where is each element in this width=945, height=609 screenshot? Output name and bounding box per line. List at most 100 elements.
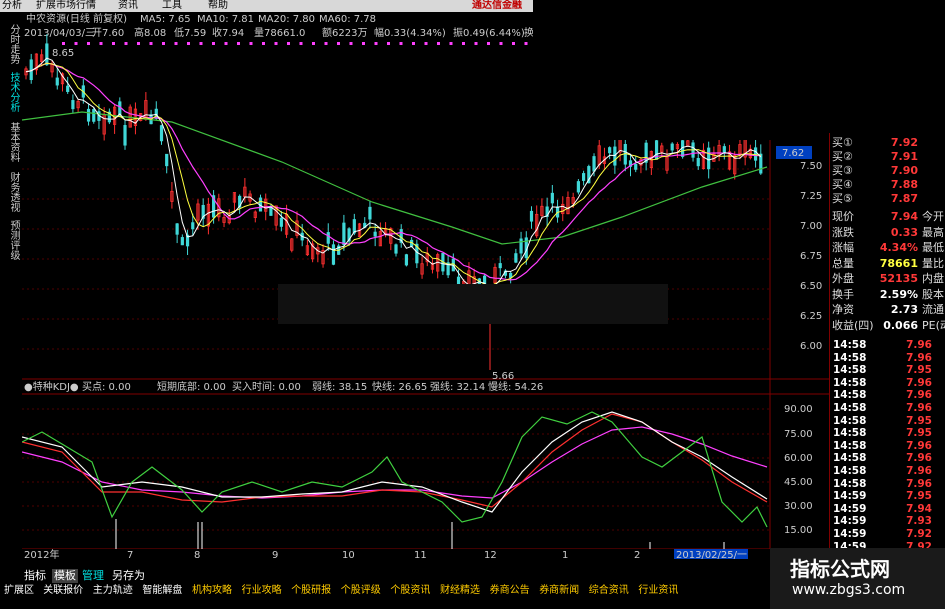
stat-row: 换手 2.59% 股本 — [832, 287, 944, 301]
ext-tab[interactable]: 行业资讯 — [636, 584, 680, 598]
menu-help[interactable]: 帮助 — [208, 0, 228, 12]
svg-text:7: 7 — [127, 550, 133, 559]
svg-text:2: 2 — [634, 550, 640, 559]
tab-technical[interactable]: 技术分析 — [3, 72, 19, 112]
ext-tab[interactable]: 机构攻略 — [190, 584, 234, 598]
signal-marker — [199, 42, 203, 45]
bid-level-5: 买⑤ 7.87 — [830, 191, 945, 206]
signal-marker — [124, 42, 128, 45]
tab-manage[interactable]: 管理 — [80, 569, 106, 583]
indicator-short-bottom: 短期底部: 0.00 — [157, 380, 226, 393]
signal-marker — [299, 42, 303, 45]
candle-body — [269, 207, 273, 216]
signal-marker — [337, 42, 340, 45]
signal-marker — [262, 42, 265, 45]
svg-text:30.00: 30.00 — [784, 501, 813, 512]
svg-text:90.00: 90.00 — [784, 404, 813, 415]
signal-marker — [112, 42, 115, 45]
signal-marker — [512, 42, 515, 45]
ext-tab[interactable]: 券商新闻 — [537, 584, 581, 598]
bar-high: 高8.08 — [134, 26, 166, 39]
bid-level-4: 买④ 7.88 — [830, 177, 945, 192]
tab-fundamentals[interactable]: 基本资料 — [3, 122, 19, 162]
candle-body — [45, 43, 49, 66]
candle-body — [404, 254, 409, 266]
ext-tab[interactable]: 财经精选 — [438, 584, 482, 598]
tick-row: 14:58 7.95 — [833, 427, 932, 440]
signal-marker — [424, 42, 428, 45]
bid-price: 7.87 — [890, 192, 918, 205]
ma20-label: MA20: 7.80 — [258, 14, 315, 25]
tick-row: 14:58 7.96 — [833, 389, 932, 402]
signal-marker — [399, 42, 403, 45]
signal-marker — [362, 42, 365, 45]
stat-row: 涨幅 4.34% 最低 — [832, 241, 944, 254]
tab-indicator[interactable]: 指标 — [22, 569, 48, 583]
svg-text:45.00: 45.00 — [784, 477, 813, 488]
tab-save-as[interactable]: 另存为 — [110, 569, 147, 583]
signal-marker — [324, 42, 328, 45]
signal-marker — [237, 42, 240, 45]
signal-marker — [287, 42, 290, 45]
ext-tab[interactable]: 个股研报 — [289, 584, 333, 598]
ext-tab[interactable]: 行业攻略 — [240, 584, 284, 598]
tick-row: 14:59 7.93 — [833, 515, 932, 528]
menu-analysis[interactable]: 分析 — [2, 0, 22, 12]
candle-body — [66, 85, 70, 92]
candle-body — [707, 147, 711, 170]
bar-low: 低7.59 — [174, 26, 206, 39]
tab-template[interactable]: 模板 — [52, 569, 78, 583]
tick-row: 14:58 7.96 — [833, 402, 932, 414]
tick-row: 14:59 7.92 — [833, 528, 932, 540]
signal-marker — [387, 42, 390, 45]
indicator-name[interactable]: ●特种KDJ● — [24, 380, 79, 393]
candle-body — [514, 253, 518, 263]
bid-label: 买① — [832, 136, 853, 149]
menu-info[interactable]: 资讯 — [118, 0, 138, 12]
candle-body — [55, 77, 59, 86]
signal-marker — [374, 42, 378, 45]
ext-tab[interactable]: 券商公告 — [488, 584, 532, 598]
tab-ratings[interactable]: 预测评级 — [3, 220, 19, 260]
ext-tab[interactable]: 个股评级 — [339, 584, 383, 598]
bid-label: 买④ — [832, 178, 853, 191]
indicator-strong: 强线: 32.14 — [430, 380, 485, 393]
ext-tab[interactable]: 关联报价 — [41, 584, 85, 598]
tick-row: 14:59 7.95 — [833, 490, 932, 503]
stat-row: 外盘 52135 内盘 — [832, 272, 944, 285]
masked-region-mid — [278, 284, 668, 324]
ext-tab[interactable]: 个股资讯 — [388, 584, 432, 598]
bid-price: 7.90 — [890, 164, 918, 177]
candle-body — [696, 158, 700, 167]
svg-text:7.00: 7.00 — [800, 221, 822, 232]
bid-label: 买② — [832, 150, 853, 163]
ext-tab[interactable]: 综合资讯 — [587, 584, 631, 598]
stock-title: 中农资源(日线 前复权) — [26, 12, 127, 25]
svg-text:8: 8 — [194, 550, 200, 559]
candle-body — [498, 263, 502, 269]
brand-title: 通达信金融 — [472, 0, 522, 11]
stat-row: 收益(四)0.066PE(动 — [832, 318, 945, 332]
ext-tab[interactable]: 智能解盘 — [140, 584, 184, 598]
signal-marker — [212, 42, 215, 45]
bar-open: 开7.60 — [92, 28, 124, 39]
tab-financials[interactable]: 财务透视 — [3, 172, 19, 212]
date-cursor-box: 2013/02/25/一 — [676, 550, 747, 559]
signal-marker — [462, 42, 465, 45]
candle-body — [613, 146, 617, 166]
svg-text:10: 10 — [342, 550, 355, 559]
candle-body — [509, 272, 513, 279]
candle-body — [175, 223, 179, 235]
menu-tools[interactable]: 工具 — [162, 0, 182, 12]
ext-tab[interactable]: 扩展区 — [2, 584, 36, 598]
menu-extended-market[interactable]: 扩展市场行情 — [36, 0, 96, 12]
svg-text:15.00: 15.00 — [784, 525, 813, 536]
tab-intraday[interactable]: 分时走势 — [3, 24, 19, 64]
signal-marker — [437, 42, 440, 45]
bid-level-2: 买② 7.91 — [830, 149, 945, 164]
signal-marker — [137, 42, 140, 45]
svg-text:12: 12 — [484, 550, 497, 559]
signal-marker — [249, 42, 253, 45]
candle-body — [670, 143, 674, 151]
ext-tab[interactable]: 主力轨迹 — [91, 584, 135, 598]
